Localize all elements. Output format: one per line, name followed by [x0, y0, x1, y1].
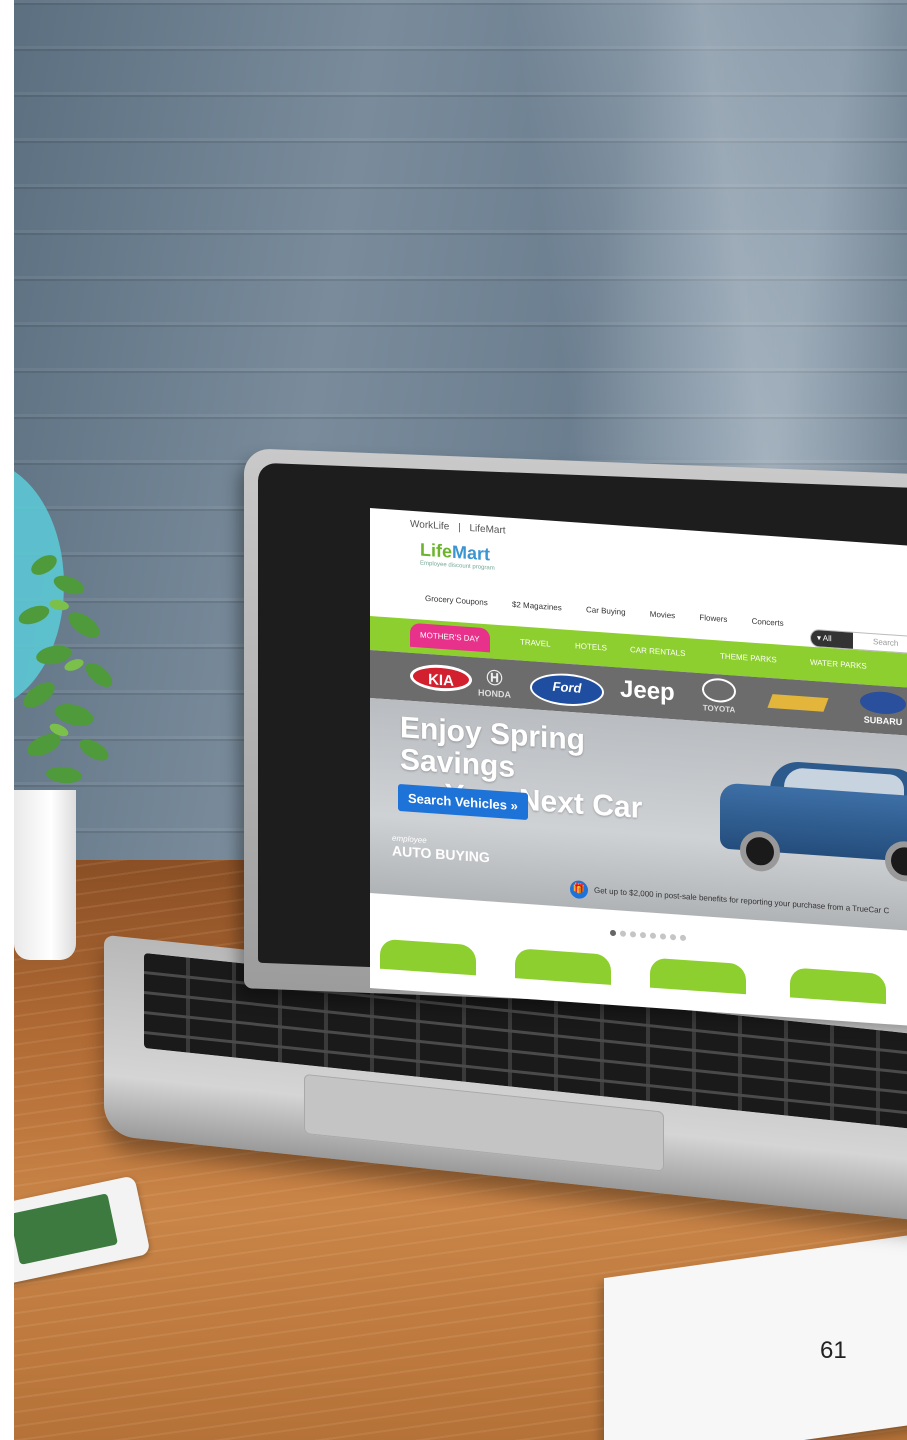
util-link-worklife[interactable]: WorkLife: [410, 519, 449, 533]
category-link[interactable]: Movies: [650, 610, 675, 621]
honda-h-icon: Ⓗ: [486, 670, 503, 689]
bottom-tab[interactable]: [515, 948, 611, 985]
subaru-emblem-icon: [860, 690, 906, 716]
nav-theme-parks[interactable]: THEME PARKS: [720, 651, 777, 664]
blue-suv-image: [710, 752, 907, 889]
subaru-logo[interactable]: SUBARU: [860, 690, 906, 727]
toyota-emblem-icon: [702, 677, 736, 704]
plant-pot: [14, 790, 76, 960]
carousel-dot[interactable]: [670, 933, 676, 941]
nav-mothers-day[interactable]: MOTHER'S DAY: [410, 622, 490, 653]
carousel-dot[interactable]: [680, 934, 686, 942]
jeep-logo[interactable]: Jeep: [620, 675, 675, 707]
honda-logo[interactable]: Ⓗ HONDA: [478, 664, 511, 700]
plant-icon: [18, 555, 113, 784]
gift-icon: 🎁: [570, 879, 588, 900]
carousel-dot[interactable]: [650, 932, 656, 939]
key-row-gap: [144, 1011, 907, 1101]
nav-car-rentals[interactable]: CAR RENTALS: [630, 645, 685, 658]
category-link[interactable]: Grocery Coupons: [425, 594, 488, 607]
auto-buying-badge: employee AUTO BUYING: [392, 834, 490, 868]
util-link-lifemart[interactable]: LifeMart: [469, 523, 505, 537]
utility-links: WorkLife | LifeMart: [410, 519, 512, 537]
bottom-tab[interactable]: [790, 967, 886, 1005]
kia-logo[interactable]: KIA: [410, 662, 472, 694]
carousel-dot[interactable]: [630, 931, 636, 938]
category-link[interactable]: $2 Magazines: [512, 600, 562, 612]
category-link[interactable]: Flowers: [699, 613, 727, 624]
carousel-dots: [610, 923, 690, 947]
logo-text-life: Life: [420, 539, 453, 562]
search-input[interactable]: Search: [873, 637, 898, 648]
toyota-logo[interactable]: TOYOTA: [702, 677, 736, 715]
nav-water-parks[interactable]: WATER PARKS: [810, 658, 867, 671]
carousel-dot[interactable]: [660, 933, 666, 940]
page-number: 61: [820, 1337, 847, 1364]
promo-strip: 🎁 Get up to $2,000 in post-sale benefits …: [570, 879, 889, 920]
lifemart-logo[interactable]: LifeMart Employee discount program: [420, 539, 495, 571]
bottom-tab[interactable]: [380, 938, 476, 976]
chevrolet-bowtie-icon[interactable]: [767, 694, 829, 712]
bottom-tab[interactable]: [650, 957, 746, 995]
carousel-dot[interactable]: [640, 931, 646, 939]
ford-logo[interactable]: Ford: [530, 671, 604, 709]
hero-banner: Enjoy Spring Savings on Your Next Car Se…: [370, 698, 907, 933]
util-separator: |: [458, 522, 461, 534]
search-scope-select[interactable]: ▾ All: [811, 629, 853, 649]
laptop-screen: WorkLife | LifeMart LifeMart Employee di…: [370, 508, 907, 1028]
smartphone-screen: [14, 1193, 119, 1265]
carousel-dot[interactable]: [610, 929, 616, 937]
nav-travel[interactable]: TRAVEL: [520, 637, 551, 648]
carousel-dot[interactable]: [620, 930, 626, 937]
honda-label: HONDA: [478, 687, 511, 700]
nav-hotels[interactable]: HOTELS: [575, 641, 607, 652]
category-link[interactable]: Car Buying: [586, 605, 626, 617]
promo-text[interactable]: Get up to $2,000 in post-sale benefits f…: [594, 886, 889, 916]
subaru-label: SUBARU: [863, 714, 903, 728]
category-link[interactable]: Concerts: [752, 617, 784, 628]
logo-text-mart: Mart: [452, 541, 491, 565]
toyota-label: TOYOTA: [702, 703, 736, 715]
photo-stage: WorkLife | LifeMart LifeMart Employee di…: [14, 0, 907, 1440]
